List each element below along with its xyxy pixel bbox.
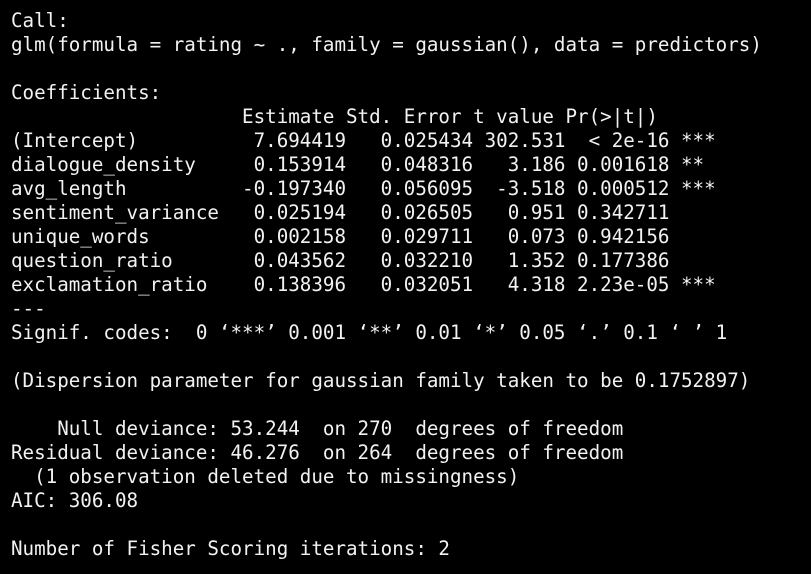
coef-row-intercept: (Intercept) 7.694419 0.025434 302.531 < …	[11, 129, 716, 152]
coef-row-dialogue-density: dialogue_density 0.153914 0.048316 3.186…	[11, 153, 716, 176]
dispersion-note: (Dispersion parameter for gaussian famil…	[11, 369, 751, 392]
coef-table-header: Estimate Std. Error t value Pr(>|t|)	[11, 105, 658, 128]
signif-codes: Signif. codes: 0 ‘***’ 0.001 ‘**’ 0.01 ‘…	[11, 321, 728, 344]
coef-row-question-ratio: question_ratio 0.043562 0.032210 1.352 0…	[11, 249, 716, 272]
signif-separator: ---	[11, 297, 46, 320]
aic-value: AIC: 306.08	[11, 489, 139, 512]
coef-row-avg-length: avg_length -0.197340 0.056095 -3.518 0.0…	[11, 177, 716, 200]
call-formula: glm(formula = rating ~ ., family = gauss…	[11, 33, 762, 56]
coef-row-sentiment-variance: sentiment_variance 0.025194 0.026505 0.9…	[11, 201, 716, 224]
coefficients-header: Coefficients:	[11, 81, 162, 104]
fisher-iterations: Number of Fisher Scoring iterations: 2	[11, 537, 450, 560]
coef-row-exclamation-ratio: exclamation_ratio 0.138396 0.032051 4.31…	[11, 273, 716, 296]
null-deviance: Null deviance: 53.244 on 270 degrees of …	[11, 417, 624, 440]
r-console-output: Call: glm(formula = rating ~ ., family =…	[0, 0, 811, 574]
residual-deviance: Residual deviance: 46.276 on 264 degrees…	[11, 441, 624, 464]
coef-row-unique-words: unique_words 0.002158 0.029711 0.073 0.9…	[11, 225, 716, 248]
missingness-note: (1 observation deleted due to missingnes…	[11, 465, 520, 488]
call-header: Call:	[11, 9, 69, 32]
